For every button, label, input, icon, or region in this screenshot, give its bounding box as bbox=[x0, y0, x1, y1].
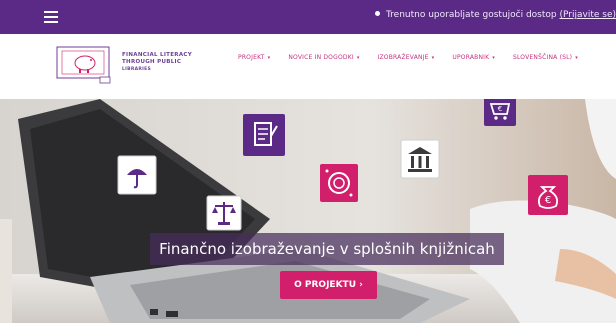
hero-caption: Finančno izobraževanje v splošnih knjižn… bbox=[150, 233, 504, 265]
nav-label: IZOBRAŽEVANJE bbox=[377, 54, 429, 61]
brand-line-1: FINANCIAL LITERACY bbox=[122, 52, 192, 58]
brand-line-2: THROUGH PUBLIC bbox=[122, 59, 182, 65]
piggy-bank-icon[interactable] bbox=[56, 46, 114, 84]
nav-label: PROJEKT bbox=[238, 54, 265, 61]
chevron-down-icon: ▾ bbox=[356, 55, 360, 61]
chevron-down-icon: ▾ bbox=[431, 55, 435, 61]
chevron-down-icon: ▾ bbox=[267, 55, 271, 61]
chevron-down-icon: ▾ bbox=[492, 55, 495, 61]
euro-moneybag-icon: € bbox=[528, 175, 568, 215]
about-project-button[interactable]: O PROJEKTU › bbox=[280, 271, 377, 299]
coins-icon bbox=[320, 164, 358, 202]
login-link[interactable]: (Prijavite se) bbox=[560, 10, 616, 20]
site-header: FINANCIAL LITERACY THROUGH PUBLIC LIBRAR… bbox=[0, 34, 616, 99]
certificate-icon bbox=[243, 114, 285, 156]
umbrella-icon bbox=[117, 155, 157, 195]
main-navigation: PROJEKT ▾ NOVICE IN DOGODKI ▾ IZOBRAŽEVANJ… bbox=[238, 54, 596, 66]
svg-text:€: € bbox=[498, 105, 502, 113]
chevron-down-icon: ▾ bbox=[575, 55, 578, 61]
brand-name[interactable]: FINANCIAL LITERACY THROUGH PUBLIC LIBRAR… bbox=[122, 52, 192, 73]
guest-notice-text: Trenutno uporabljate gostujoči dostop bbox=[385, 10, 557, 20]
nav-label: NOVICE IN DOGODKI bbox=[288, 54, 354, 61]
top-bar: Trenutno uporabljate gostujoči dostop (P… bbox=[0, 0, 616, 34]
nav-item-izobrazevanje[interactable]: IZOBRAŽEVANJE ▾ bbox=[378, 54, 435, 66]
svg-text:€: € bbox=[545, 195, 551, 206]
guest-notice: Trenutno uporabljate gostujoči dostop (P… bbox=[374, 10, 616, 20]
nav-item-language[interactable]: SLOVENŠČINA (SL) ▾ bbox=[513, 54, 578, 66]
nav-item-uporabnik[interactable]: UPORABNIK ▾ bbox=[452, 54, 495, 66]
menu-icon[interactable] bbox=[44, 11, 58, 23]
nav-item-novice[interactable]: NOVICE IN DOGODKI ▾ bbox=[288, 54, 359, 66]
nav-label: SLOVENŠČINA (SL) bbox=[512, 54, 573, 61]
scales-icon bbox=[206, 195, 242, 231]
user-icon bbox=[374, 11, 380, 16]
nav-item-projekt[interactable]: PROJEKT ▾ bbox=[238, 54, 270, 66]
brand-line-3: LIBRARIES bbox=[122, 67, 152, 72]
nav-label: UPORABNIK bbox=[452, 54, 490, 61]
bank-icon bbox=[400, 139, 440, 179]
euro-cart-icon: € bbox=[484, 99, 516, 126]
